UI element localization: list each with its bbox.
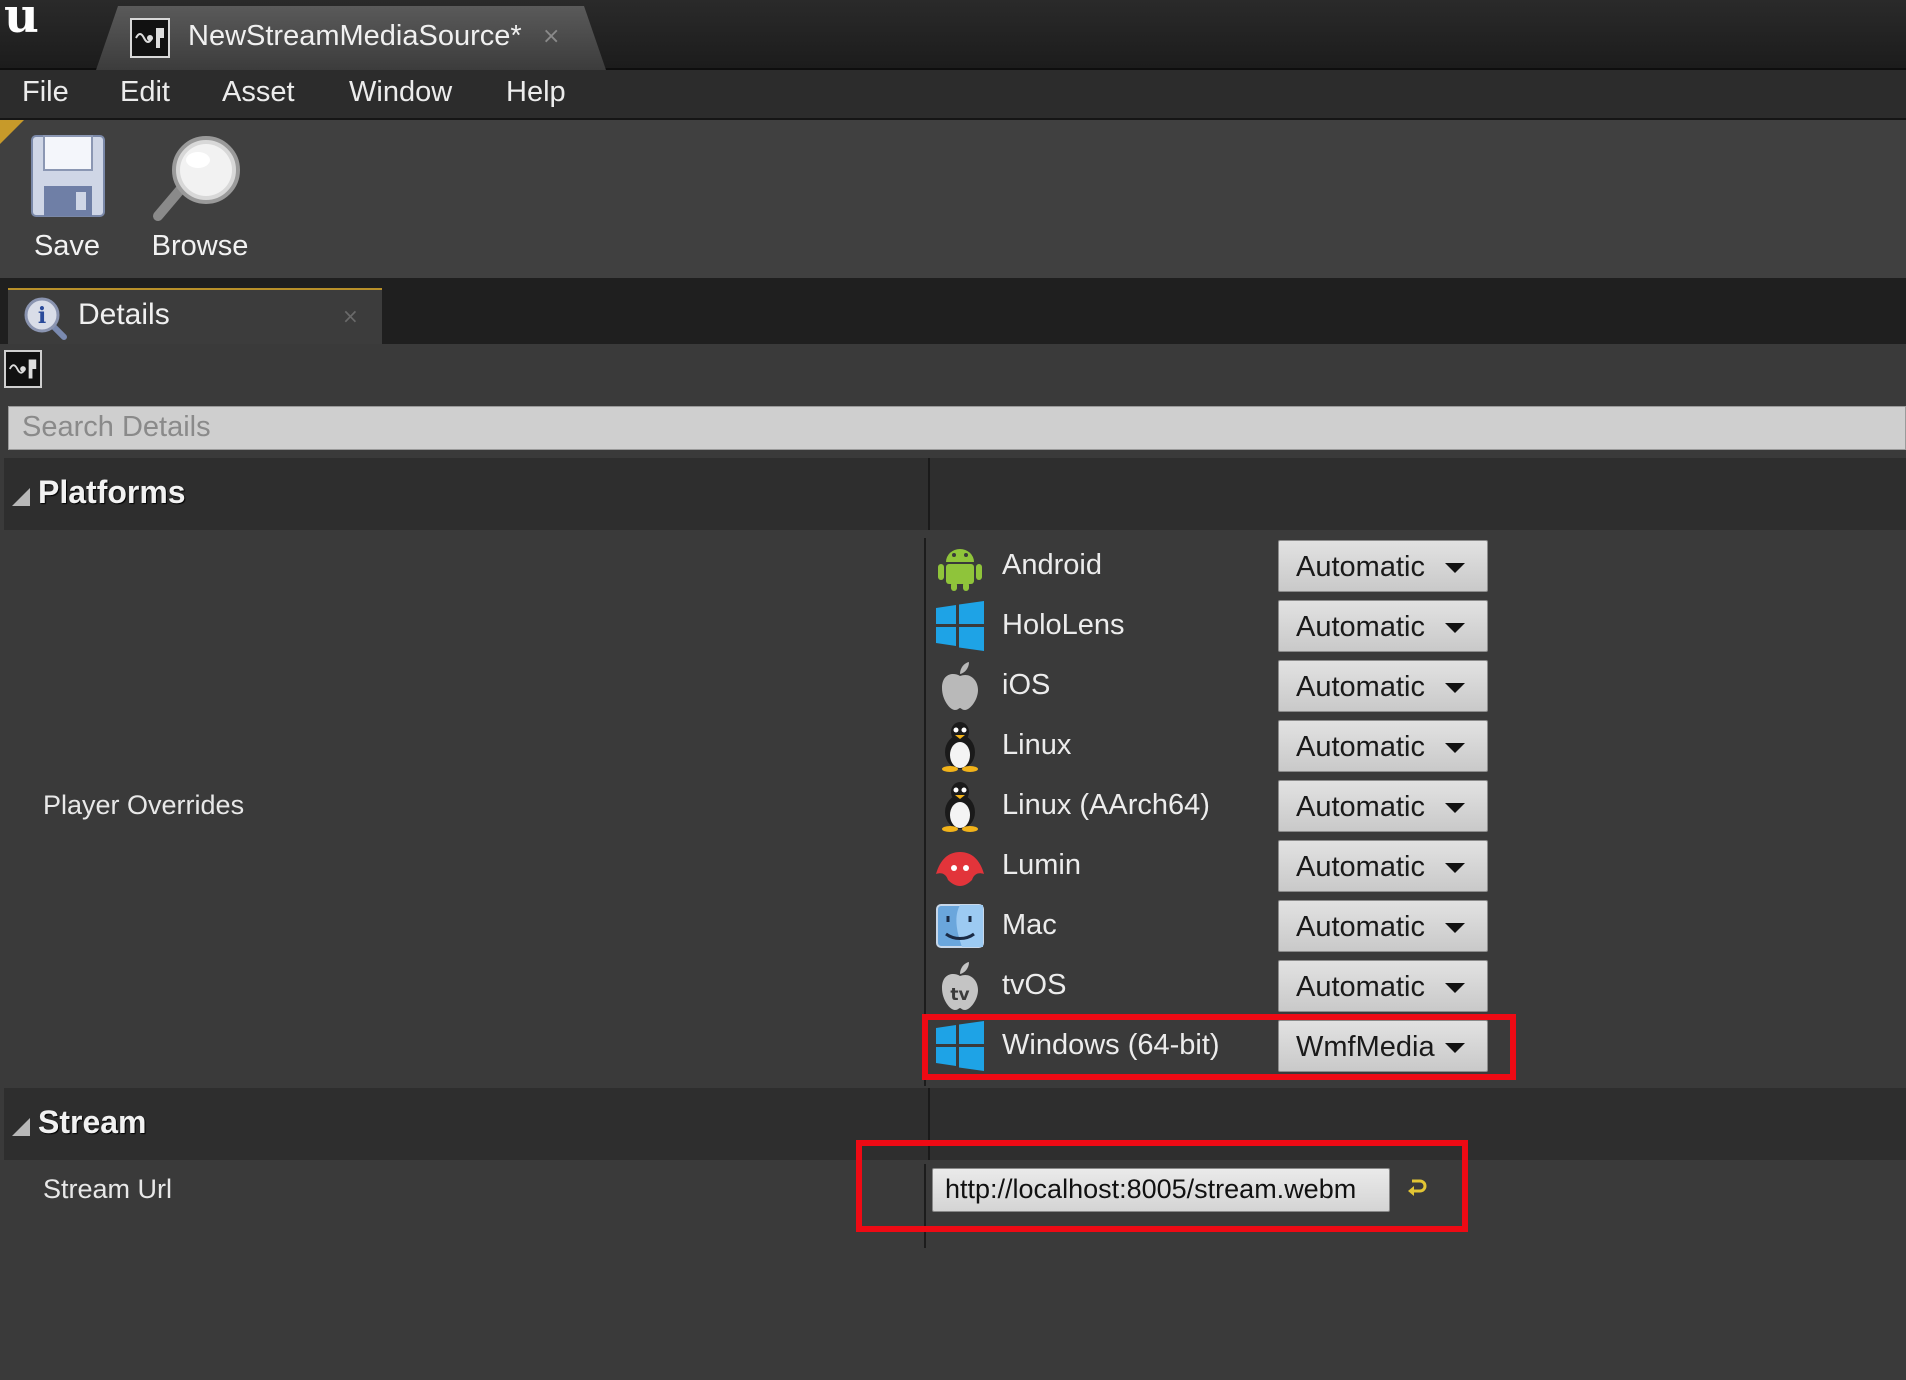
menu-edit[interactable]: Edit (120, 76, 170, 109)
asset-tab-title: NewStreamMediaSource* (188, 20, 522, 52)
dropdown-value: Automatic (1296, 731, 1425, 763)
unreal-logo-icon[interactable]: u (4, 0, 52, 42)
dropdown-arrow-icon (1445, 1043, 1465, 1053)
platform-row-tvos: tv tvOS Automatic (932, 958, 1502, 1014)
linux-icon (942, 722, 978, 772)
platform-row-lumin: Lumin Automatic (932, 838, 1502, 894)
svg-text:tv: tv (950, 985, 969, 1005)
asset-editor-tab[interactable]: NewStreamMediaSource* × (96, 6, 606, 70)
player-override-dropdown-android[interactable]: Automatic (1278, 540, 1488, 592)
player-override-dropdown-tvos[interactable]: Automatic (1278, 960, 1488, 1012)
dropdown-arrow-icon (1445, 623, 1465, 633)
player-override-dropdown-hololens[interactable]: Automatic (1278, 600, 1488, 652)
platform-name: Mac (1002, 909, 1057, 941)
save-label: Save (33, 230, 101, 262)
menu-bar: File Edit Asset Window Help (0, 70, 1906, 120)
stream-media-source-icon (4, 350, 42, 388)
platform-name: Windows (64-bit) (1002, 1029, 1220, 1061)
dropdown-value: Automatic (1296, 851, 1425, 883)
android-icon (938, 549, 982, 591)
details-tab-bar: i Details × (0, 278, 1906, 344)
stream-media-source-icon (130, 18, 170, 58)
apple-icon (942, 662, 978, 710)
category-stream[interactable]: Stream (4, 1088, 1906, 1160)
search-details-input[interactable]: Search Details (8, 406, 1906, 450)
mac-finder-icon (936, 904, 984, 948)
tvos-icon: tv (942, 962, 978, 1010)
windows-icon (936, 1021, 984, 1071)
dropdown-value: Automatic (1296, 611, 1425, 643)
dropdown-arrow-icon (1445, 803, 1465, 813)
dropdown-arrow-icon (1445, 683, 1465, 693)
dropdown-arrow-icon (1445, 563, 1465, 573)
dropdown-arrow-icon (1445, 863, 1465, 873)
menu-asset[interactable]: Asset (222, 76, 295, 109)
details-tab[interactable]: i Details × (8, 288, 382, 344)
magnifier-icon (153, 136, 240, 221)
menu-help[interactable]: Help (506, 76, 566, 109)
player-override-dropdown-lumin[interactable]: Automatic (1278, 840, 1488, 892)
dropdown-arrow-icon (1445, 983, 1465, 993)
dropdown-value: WmfMedia (1296, 1031, 1435, 1063)
save-icon (31, 135, 105, 217)
dropdown-value: Automatic (1296, 671, 1425, 703)
category-title: Platforms (38, 474, 186, 510)
platform-name: Linux (AArch64) (1002, 789, 1210, 821)
dropdown-arrow-icon (1445, 923, 1465, 933)
platform-name: Lumin (1002, 849, 1081, 881)
toolbar-accent (0, 120, 24, 144)
collapse-arrow-icon[interactable] (12, 488, 30, 506)
platform-row-hololens: HoloLens Automatic (932, 598, 1502, 654)
dropdown-value: Automatic (1296, 791, 1425, 823)
player-override-dropdown-linux[interactable]: Automatic (1278, 720, 1488, 772)
dropdown-value: Automatic (1296, 911, 1425, 943)
player-override-dropdown-ios[interactable]: Automatic (1278, 660, 1488, 712)
platform-row-linux: Linux Automatic (932, 718, 1502, 774)
save-button[interactable]: Save (24, 120, 110, 278)
menu-file[interactable]: File (22, 76, 69, 109)
platform-name: Android (1002, 549, 1102, 581)
toolbar: Save Browse (0, 120, 1906, 278)
player-override-dropdown-windows[interactable]: WmfMedia (1278, 1020, 1488, 1072)
platform-name: HoloLens (1002, 609, 1125, 641)
player-override-dropdown-linux-aarch64[interactable]: Automatic (1278, 780, 1488, 832)
column-divider (928, 1088, 930, 1160)
category-title: Stream (38, 1104, 147, 1140)
details-tab-label: Details (78, 298, 170, 331)
platform-row-linux-aarch64: Linux (AArch64) Automatic (932, 778, 1502, 834)
platform-row-ios: iOS Automatic (932, 658, 1502, 714)
svg-text:i: i (38, 303, 46, 329)
title-bar: u NewStreamMediaSource* × (0, 0, 1906, 70)
reset-to-default-icon[interactable] (1406, 1176, 1430, 1200)
column-divider[interactable] (924, 538, 926, 1086)
menu-window[interactable]: Window (349, 76, 452, 109)
stream-url-label: Stream Url (43, 1174, 173, 1204)
platform-name: Linux (1002, 729, 1072, 761)
player-overrides-label: Player Overrides (43, 790, 245, 820)
dropdown-value: Automatic (1296, 971, 1425, 1003)
column-divider (928, 458, 930, 530)
dropdown-arrow-icon (1445, 743, 1465, 753)
player-override-dropdown-mac[interactable]: Automatic (1278, 900, 1488, 952)
column-divider[interactable] (924, 1164, 926, 1248)
lumin-icon (936, 852, 984, 886)
category-platforms[interactable]: Platforms (4, 458, 1906, 530)
platform-row-windows-64bit: Windows (64-bit) WmfMedia (932, 1018, 1502, 1074)
platform-name: tvOS (1002, 969, 1067, 1001)
browse-button[interactable]: Browse (146, 120, 254, 278)
windows-icon (936, 601, 984, 651)
browse-label: Browse (151, 230, 249, 262)
platform-row-mac: Mac Automatic (932, 898, 1502, 954)
tab-close-icon[interactable]: × (342, 304, 359, 328)
linux-icon (942, 782, 978, 832)
info-magnifier-icon: i (24, 297, 67, 340)
dropdown-value: Automatic (1296, 551, 1425, 583)
stream-url-input[interactable]: http://localhost:8005/stream.webm (932, 1168, 1390, 1212)
platform-name: iOS (1002, 669, 1051, 701)
collapse-arrow-icon[interactable] (12, 1118, 30, 1136)
platform-row-android: Android Automatic (932, 538, 1502, 594)
tab-close-icon[interactable]: × (542, 24, 560, 49)
